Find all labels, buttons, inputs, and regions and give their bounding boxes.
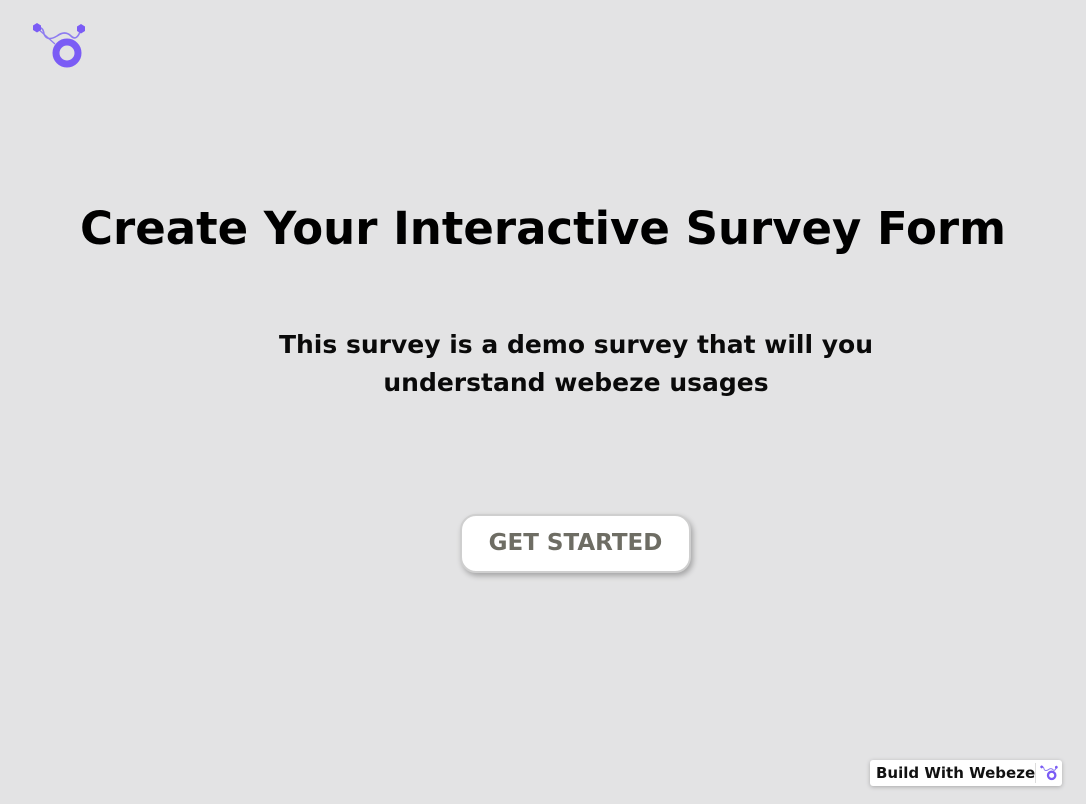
get-started-button[interactable]: GET STARTED bbox=[460, 514, 691, 573]
page-title: Create Your Interactive Survey Form bbox=[80, 202, 1006, 255]
badge-label: Build With Webeze bbox=[876, 764, 1036, 782]
webeze-badge-icon bbox=[1036, 760, 1062, 786]
page-subtitle: This survey is a demo survey that will y… bbox=[278, 330, 874, 397]
webeze-logo-icon bbox=[31, 22, 87, 70]
build-with-webeze-badge[interactable]: Build With Webeze bbox=[870, 760, 1062, 786]
